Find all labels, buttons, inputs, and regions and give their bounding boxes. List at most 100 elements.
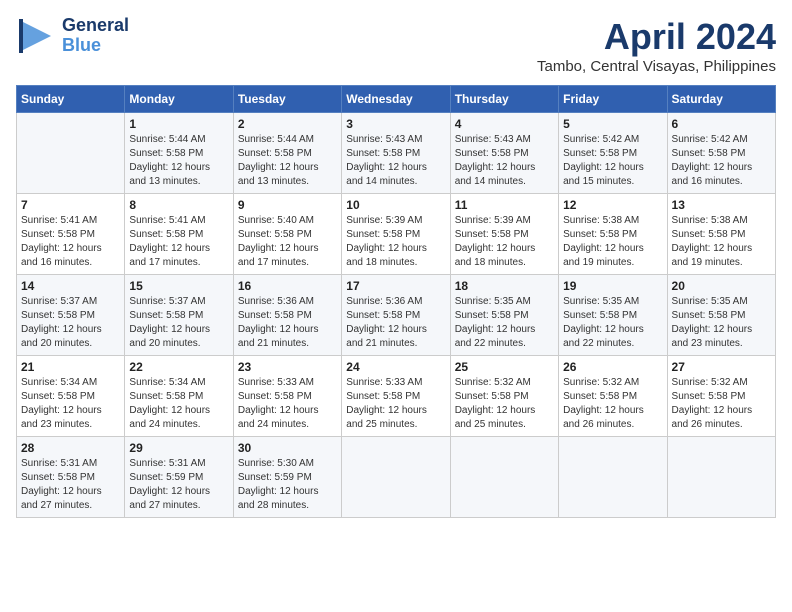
calendar-cell: 17 Sunrise: 5:36 AMSunset: 5:58 PMDayligh… <box>342 275 450 356</box>
day-info: Sunrise: 5:41 AMSunset: 5:58 PMDaylight:… <box>21 214 120 270</box>
logo-icon <box>16 16 56 56</box>
col-friday: Friday <box>559 86 667 113</box>
calendar-cell <box>17 113 125 194</box>
calendar-cell: 25 Sunrise: 5:32 AMSunset: 5:58 PMDayligh… <box>450 356 558 437</box>
day-info: Sunrise: 5:33 AMSunset: 5:58 PMDaylight:… <box>238 376 337 432</box>
day-info: Sunrise: 5:39 AMSunset: 5:58 PMDaylight:… <box>346 214 445 270</box>
col-wednesday: Wednesday <box>342 86 450 113</box>
day-info: Sunrise: 5:32 AMSunset: 5:58 PMDaylight:… <box>455 376 554 432</box>
week-row-5: 28 Sunrise: 5:31 AMSunset: 5:58 PMDayligh… <box>17 437 776 518</box>
day-info: Sunrise: 5:44 AMSunset: 5:58 PMDaylight:… <box>238 133 337 189</box>
day-number: 6 <box>672 117 771 131</box>
day-number: 2 <box>238 117 337 131</box>
day-info: Sunrise: 5:35 AMSunset: 5:58 PMDaylight:… <box>455 295 554 351</box>
day-number: 29 <box>129 441 228 455</box>
day-number: 24 <box>346 360 445 374</box>
calendar-cell: 8 Sunrise: 5:41 AMSunset: 5:58 PMDaylight… <box>125 194 233 275</box>
day-number: 18 <box>455 279 554 293</box>
day-info: Sunrise: 5:34 AMSunset: 5:58 PMDaylight:… <box>129 376 228 432</box>
week-row-2: 7 Sunrise: 5:41 AMSunset: 5:58 PMDaylight… <box>17 194 776 275</box>
day-info: Sunrise: 5:42 AMSunset: 5:58 PMDaylight:… <box>672 133 771 189</box>
day-info: Sunrise: 5:30 AMSunset: 5:59 PMDaylight:… <box>238 457 337 513</box>
day-info: Sunrise: 5:37 AMSunset: 5:58 PMDaylight:… <box>21 295 120 351</box>
day-number: 17 <box>346 279 445 293</box>
day-number: 5 <box>563 117 662 131</box>
day-number: 25 <box>455 360 554 374</box>
calendar-cell: 6 Sunrise: 5:42 AMSunset: 5:58 PMDaylight… <box>667 113 775 194</box>
title-area: April 2024 Tambo, Central Visayas, Phili… <box>537 16 776 75</box>
calendar-cell: 13 Sunrise: 5:38 AMSunset: 5:58 PMDayligh… <box>667 194 775 275</box>
calendar-body: 1 Sunrise: 5:44 AMSunset: 5:58 PMDaylight… <box>17 113 776 518</box>
day-info: Sunrise: 5:43 AMSunset: 5:58 PMDaylight:… <box>455 133 554 189</box>
header: General Blue April 2024 Tambo, Central V… <box>16 16 776 75</box>
day-info: Sunrise: 5:31 AMSunset: 5:58 PMDaylight:… <box>21 457 120 513</box>
calendar-cell: 28 Sunrise: 5:31 AMSunset: 5:58 PMDayligh… <box>17 437 125 518</box>
day-info: Sunrise: 5:41 AMSunset: 5:58 PMDaylight:… <box>129 214 228 270</box>
day-info: Sunrise: 5:35 AMSunset: 5:58 PMDaylight:… <box>672 295 771 351</box>
calendar-cell: 18 Sunrise: 5:35 AMSunset: 5:58 PMDayligh… <box>450 275 558 356</box>
day-info: Sunrise: 5:37 AMSunset: 5:58 PMDaylight:… <box>129 295 228 351</box>
day-info: Sunrise: 5:33 AMSunset: 5:58 PMDaylight:… <box>346 376 445 432</box>
calendar-cell: 14Sunrise: 5:37 AMSunset: 5:58 PMDayligh… <box>17 275 125 356</box>
calendar-cell: 20 Sunrise: 5:35 AMSunset: 5:58 PMDayligh… <box>667 275 775 356</box>
day-number: 21 <box>21 360 120 374</box>
calendar-table: Sunday Monday Tuesday Wednesday Thursday… <box>16 85 776 518</box>
day-info: Sunrise: 5:32 AMSunset: 5:58 PMDaylight:… <box>672 376 771 432</box>
logo-blue-text: Blue <box>62 36 129 56</box>
calendar-cell: 2 Sunrise: 5:44 AMSunset: 5:58 PMDaylight… <box>233 113 341 194</box>
calendar-cell: 1 Sunrise: 5:44 AMSunset: 5:58 PMDaylight… <box>125 113 233 194</box>
col-sunday: Sunday <box>17 86 125 113</box>
day-number: 30 <box>238 441 337 455</box>
day-number: 26 <box>563 360 662 374</box>
day-number: 16 <box>238 279 337 293</box>
day-number: 15 <box>129 279 228 293</box>
day-number: 19 <box>563 279 662 293</box>
day-info: Sunrise: 5:36 AMSunset: 5:58 PMDaylight:… <box>238 295 337 351</box>
calendar-cell: 12 Sunrise: 5:38 AMSunset: 5:58 PMDayligh… <box>559 194 667 275</box>
col-saturday: Saturday <box>667 86 775 113</box>
calendar-cell: 30 Sunrise: 5:30 AMSunset: 5:59 PMDayligh… <box>233 437 341 518</box>
calendar-cell <box>450 437 558 518</box>
day-number: 12 <box>563 198 662 212</box>
day-info: Sunrise: 5:36 AMSunset: 5:58 PMDaylight:… <box>346 295 445 351</box>
week-row-1: 1 Sunrise: 5:44 AMSunset: 5:58 PMDaylight… <box>17 113 776 194</box>
calendar-cell: 7 Sunrise: 5:41 AMSunset: 5:58 PMDaylight… <box>17 194 125 275</box>
col-monday: Monday <box>125 86 233 113</box>
day-number: 7 <box>21 198 120 212</box>
day-number: 22 <box>129 360 228 374</box>
col-thursday: Thursday <box>450 86 558 113</box>
day-number: 4 <box>455 117 554 131</box>
day-info: Sunrise: 5:44 AMSunset: 5:58 PMDaylight:… <box>129 133 228 189</box>
day-info: Sunrise: 5:35 AMSunset: 5:58 PMDaylight:… <box>563 295 662 351</box>
calendar-cell: 29Sunrise: 5:31 AMSunset: 5:59 PMDayligh… <box>125 437 233 518</box>
logo: General Blue <box>16 16 129 56</box>
logo-general-text: General <box>62 16 129 36</box>
header-row: Sunday Monday Tuesday Wednesday Thursday… <box>17 86 776 113</box>
day-info: Sunrise: 5:38 AMSunset: 5:58 PMDaylight:… <box>672 214 771 270</box>
calendar-header: Sunday Monday Tuesday Wednesday Thursday… <box>17 86 776 113</box>
day-number: 1 <box>129 117 228 131</box>
calendar-cell: 9Sunrise: 5:40 AMSunset: 5:58 PMDaylight… <box>233 194 341 275</box>
day-info: Sunrise: 5:39 AMSunset: 5:58 PMDaylight:… <box>455 214 554 270</box>
day-number: 11 <box>455 198 554 212</box>
day-info: Sunrise: 5:40 AMSunset: 5:58 PMDaylight:… <box>238 214 337 270</box>
calendar-cell: 15 Sunrise: 5:37 AMSunset: 5:58 PMDayligh… <box>125 275 233 356</box>
day-number: 27 <box>672 360 771 374</box>
day-number: 20 <box>672 279 771 293</box>
week-row-3: 14Sunrise: 5:37 AMSunset: 5:58 PMDayligh… <box>17 275 776 356</box>
day-number: 10 <box>346 198 445 212</box>
calendar-cell: 16 Sunrise: 5:36 AMSunset: 5:58 PMDayligh… <box>233 275 341 356</box>
day-number: 8 <box>129 198 228 212</box>
day-number: 28 <box>21 441 120 455</box>
day-number: 13 <box>672 198 771 212</box>
calendar-cell: 21Sunrise: 5:34 AMSunset: 5:58 PMDayligh… <box>17 356 125 437</box>
week-row-4: 21 Sunrise: 5:34 AMSunset: 5:58 PMDayligh… <box>17 356 776 437</box>
day-info: Sunrise: 5:38 AMSunset: 5:58 PMDaylight:… <box>563 214 662 270</box>
calendar-cell: 26Sunrise: 5:32 AMSunset: 5:58 PMDayligh… <box>559 356 667 437</box>
calendar-cell: 11 Sunrise: 5:39 AMSunset: 5:58 PMDayligh… <box>450 194 558 275</box>
day-info: Sunrise: 5:43 AMSunset: 5:58 PMDaylight:… <box>346 133 445 189</box>
calendar-cell: 24 Sunrise: 5:33 AMSunset: 5:58 PMDayligh… <box>342 356 450 437</box>
calendar-cell: 23Sunrise: 5:33 AMSunset: 5:58 PMDayligh… <box>233 356 341 437</box>
calendar-cell <box>559 437 667 518</box>
calendar-cell: 19 Sunrise: 5:35 AMSunset: 5:58 PMDayligh… <box>559 275 667 356</box>
